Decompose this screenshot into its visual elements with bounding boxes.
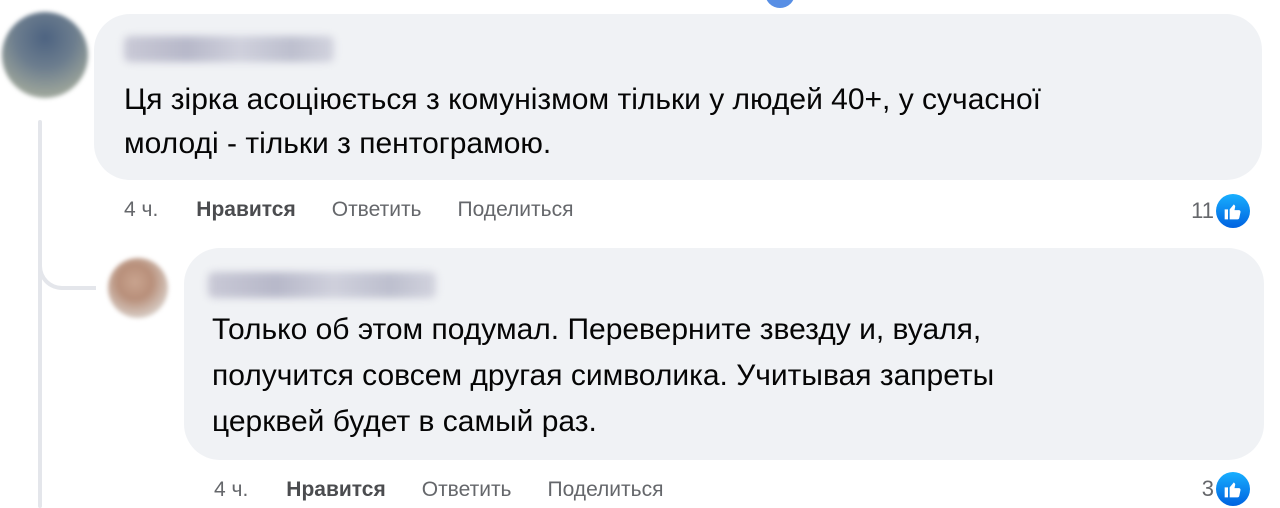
avatar[interactable] [2, 12, 88, 98]
share-button[interactable]: Поделиться [548, 478, 664, 502]
timestamp[interactable]: 4 ч. [124, 198, 158, 222]
timestamp[interactable]: 4 ч. [214, 478, 248, 502]
comment-text-line: получится совсем другая символика. Учиты… [212, 359, 995, 392]
reply-button[interactable]: Ответить [332, 198, 422, 222]
comment-text-line: Ця зірка асоціюється з комунізмом тільки… [124, 83, 1041, 116]
reactions-summary[interactable]: 11 [1191, 194, 1250, 228]
thread-line [38, 120, 42, 508]
author-name-blurred[interactable] [208, 272, 436, 298]
thumbs-up-icon [1216, 472, 1250, 506]
share-button[interactable]: Поделиться [458, 198, 574, 222]
reaction-count: 3 [1201, 476, 1214, 501]
like-button[interactable]: Нравится [196, 198, 295, 222]
author-name-blurred[interactable] [124, 36, 334, 62]
avatar[interactable] [108, 258, 168, 318]
like-button[interactable]: Нравится [286, 478, 385, 502]
comment-actions: 4 ч. Нравится Ответить Поделиться [124, 198, 609, 222]
comment-text-line: церквей будет в самый раз. [212, 405, 597, 438]
reaction-icon-partial [765, 0, 795, 8]
comment-text-line: Только об этом подумал. Переверните звез… [212, 313, 982, 346]
reaction-count: 11 [1191, 198, 1214, 223]
thread-connector [38, 218, 96, 290]
comment-actions: 4 ч. Нравится Ответить Поделиться [214, 478, 699, 502]
comment-text-line: молоді - тільки з пентограмою. [124, 127, 552, 160]
thumbs-up-icon [1216, 194, 1250, 228]
reply-button[interactable]: Ответить [422, 478, 512, 502]
reactions-summary[interactable]: 3 [1202, 472, 1250, 506]
